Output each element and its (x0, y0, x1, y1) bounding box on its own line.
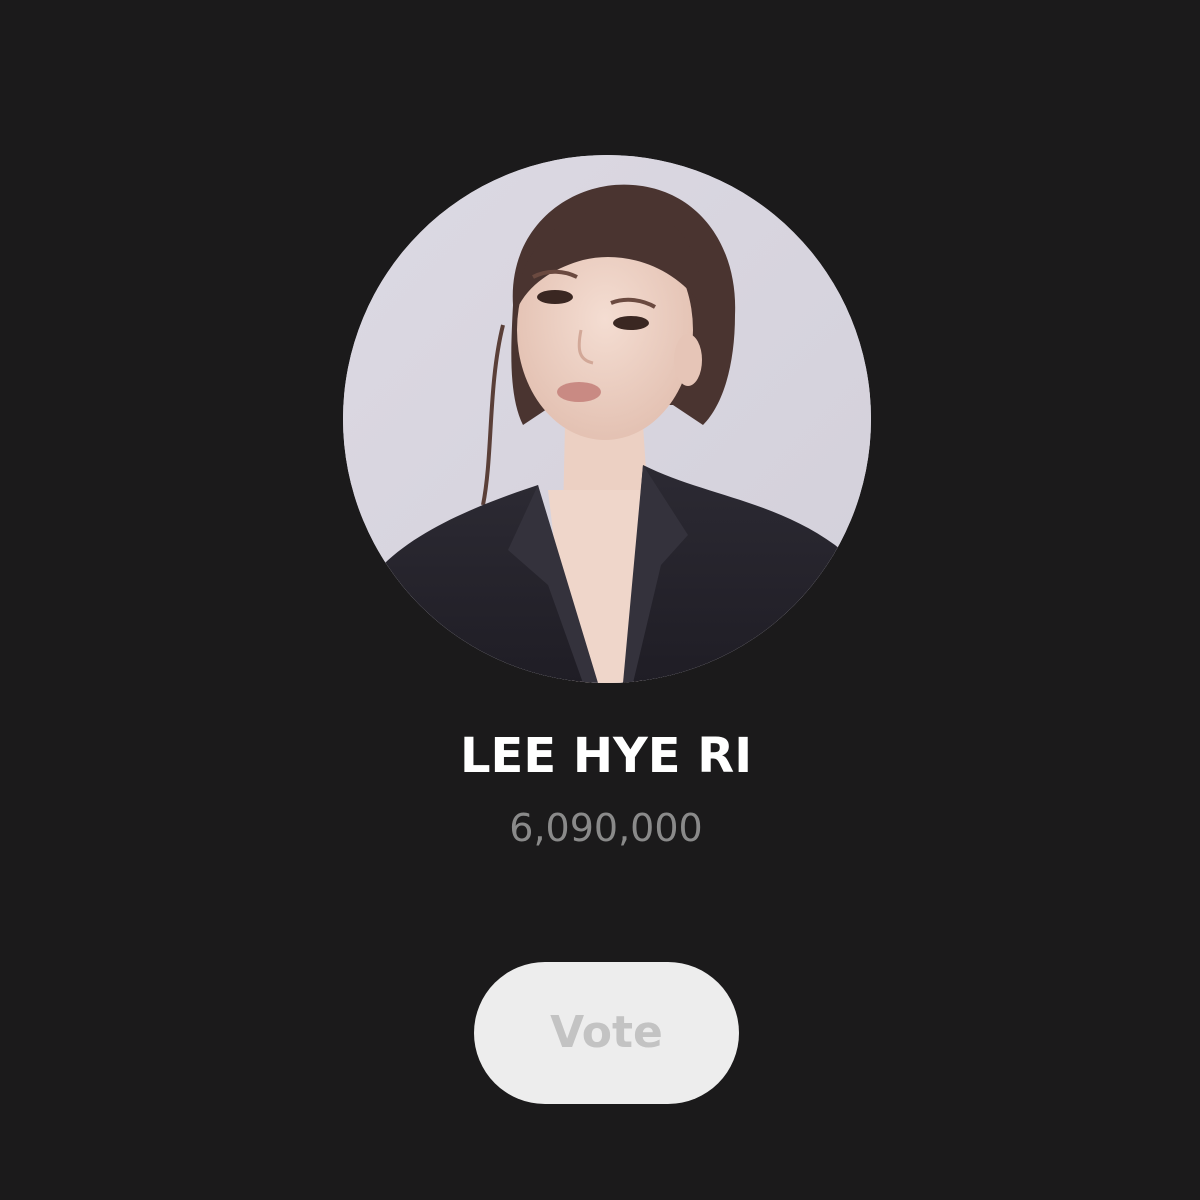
vote-button[interactable]: Vote (474, 962, 739, 1104)
vote-card: LEE HYE RI 6,090,000 Vote (0, 0, 1200, 1200)
candidate-name: LEE HYE RI (459, 728, 753, 784)
vote-count: 6,090,000 (509, 806, 703, 850)
portrait-photo (343, 155, 871, 683)
candidate-avatar (343, 155, 871, 683)
